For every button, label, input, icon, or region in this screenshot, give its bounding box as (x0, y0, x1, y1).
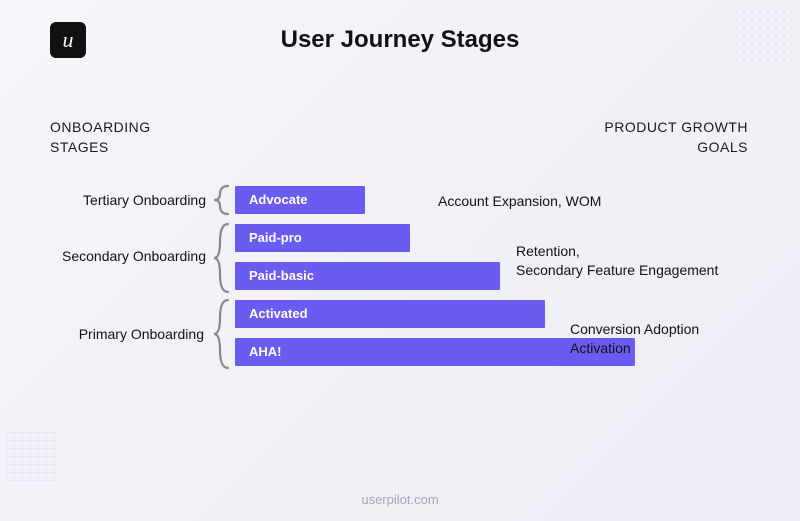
brace-primary-icon (212, 298, 232, 370)
stage-label-tertiary: Tertiary Onboarding (66, 192, 206, 208)
right-column-heading-l2: GOALS (697, 139, 748, 155)
left-column-heading: ONBOARDING STAGES (50, 118, 151, 157)
bar-paid-pro: Paid-pro (235, 224, 410, 252)
brace-secondary-icon (212, 222, 232, 294)
goal-secondary-l2: Secondary Feature Engagement (516, 262, 718, 278)
page-title: User Journey Stages (0, 26, 800, 54)
stage-label-secondary: Secondary Onboarding (48, 248, 206, 264)
right-column-heading-l1: PRODUCT GROWTH (604, 119, 748, 135)
goal-secondary-l1: Retention, (516, 243, 580, 259)
right-column-heading: PRODUCT GROWTH GOALS (604, 118, 748, 157)
left-column-heading-l1: ONBOARDING (50, 119, 151, 135)
left-column-heading-l2: STAGES (50, 139, 109, 155)
goal-primary-l2: Activation (570, 340, 631, 356)
goal-tertiary: Account Expansion, WOM (438, 192, 601, 211)
goal-secondary: Retention, Secondary Feature Engagement (516, 242, 718, 280)
stage-label-primary: Primary Onboarding (64, 326, 204, 342)
footer-credit: userpilot.com (0, 492, 800, 507)
bar-activated: Activated (235, 300, 545, 328)
goal-primary: Conversion Adoption Activation (570, 320, 699, 358)
goal-primary-l1: Conversion Adoption (570, 321, 699, 337)
brace-tertiary-icon (212, 184, 232, 216)
decorative-grid (6, 429, 58, 481)
bar-paid-basic: Paid-basic (235, 262, 500, 290)
bar-advocate: Advocate (235, 186, 365, 214)
